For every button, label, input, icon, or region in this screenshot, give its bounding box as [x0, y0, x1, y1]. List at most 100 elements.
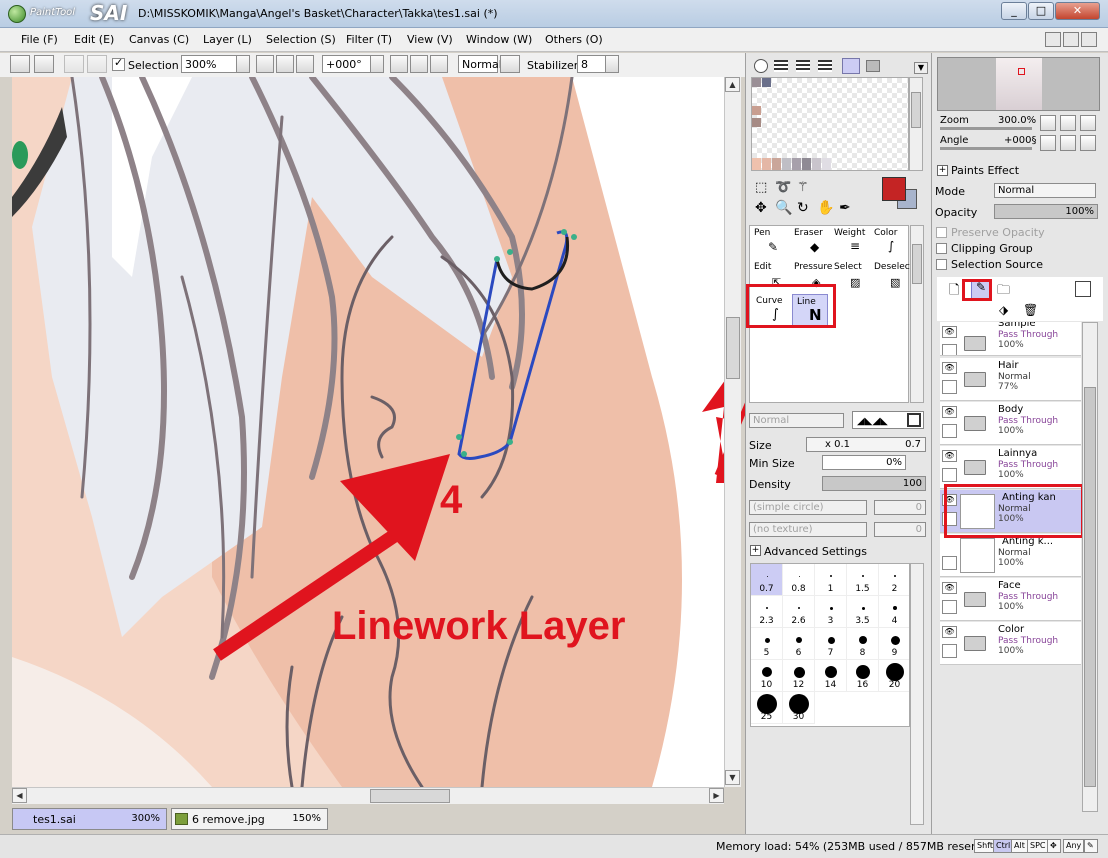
- maximize-button[interactable]: □: [1028, 2, 1054, 20]
- brush-preset-0-7[interactable]: 0.7: [751, 564, 783, 596]
- menu-others[interactable]: Others (O): [545, 33, 603, 46]
- brush-preset-6[interactable]: 6: [783, 628, 815, 660]
- menu-edit[interactable]: Edit (E): [74, 33, 114, 46]
- layer-lock-checkbox[interactable]: [942, 644, 957, 658]
- view-mode-box[interactable]: Normal: [458, 55, 502, 73]
- layer-mode-select[interactable]: Normal: [994, 183, 1096, 198]
- primary-color-swatch[interactable]: [882, 177, 906, 201]
- lasso-icon[interactable]: ➰: [775, 180, 791, 195]
- layer-list-scrollbar[interactable]: [1082, 322, 1098, 812]
- tab-tes1-sai[interactable]: tes1.sai 300%: [12, 808, 167, 830]
- layer-lock-checkbox[interactable]: [942, 380, 957, 394]
- layer-item-hair[interactable]: 👁 Hair Normal 77%: [940, 358, 1081, 401]
- rotate-reset-button[interactable]: [430, 55, 448, 73]
- brush-preset-0-8[interactable]: 0.8: [783, 564, 815, 596]
- brush-preset-2-3[interactable]: 2.3: [751, 596, 783, 628]
- brush-shape-value[interactable]: 0: [874, 500, 926, 515]
- rotate-left-button[interactable]: [390, 55, 408, 73]
- brush-preset-10[interactable]: 10: [751, 660, 783, 692]
- brush-texture-select[interactable]: (no texture): [749, 522, 867, 537]
- layer-item-face[interactable]: 👁 Face Pass Through 100%: [940, 578, 1081, 621]
- stabilizer-input[interactable]: 8: [577, 55, 607, 73]
- menu-layer[interactable]: Layer (L): [203, 33, 252, 46]
- rotation-dropdown-button[interactable]: [370, 55, 384, 73]
- intermediate-color-icon[interactable]: [818, 60, 832, 72]
- layer-lock-checkbox[interactable]: [942, 468, 957, 482]
- paints-effect-expand-icon[interactable]: +: [937, 165, 948, 176]
- zoom-reset-button[interactable]: [296, 55, 314, 73]
- invert-selection-button[interactable]: [87, 55, 107, 73]
- rotate-right-button[interactable]: [410, 55, 428, 73]
- brush-tip-selector[interactable]: ◢◣◢◣: [852, 411, 924, 429]
- layer-item-body[interactable]: 👁 Body Pass Through 100%: [940, 402, 1081, 445]
- swatches-scrollbar[interactable]: [909, 77, 923, 171]
- advanced-settings-expand-icon[interactable]: +: [750, 545, 761, 556]
- merge-down-icon[interactable]: [971, 303, 987, 319]
- minimize-button[interactable]: _: [1001, 2, 1027, 20]
- rotation-input[interactable]: +000°: [322, 55, 372, 73]
- layer-lock-checkbox[interactable]: [942, 424, 957, 438]
- stabilizer-dropdown-button[interactable]: [605, 55, 619, 73]
- deselect-button[interactable]: [64, 55, 84, 73]
- brush-preset-7[interactable]: 7: [815, 628, 847, 660]
- clipping-group-checkbox[interactable]: [936, 243, 947, 254]
- brush-preset-30[interactable]: 30: [783, 692, 815, 724]
- scroll-left-arrow-icon[interactable]: ◀: [12, 788, 27, 803]
- layer-item-lainnya[interactable]: 👁 Lainnya Pass Through 100%: [940, 446, 1081, 489]
- color-wheel-icon[interactable]: [754, 59, 768, 73]
- advanced-settings-label[interactable]: Advanced Settings: [764, 545, 867, 558]
- visibility-eye-icon[interactable]: 👁: [942, 362, 957, 374]
- tool-weight[interactable]: Weight ≡: [830, 226, 866, 258]
- brush-preset-9[interactable]: 9: [879, 628, 909, 660]
- rotate-tool-icon[interactable]: ↻: [797, 200, 809, 216]
- brush-preset-12[interactable]: 12: [783, 660, 815, 692]
- brush-preset-20[interactable]: 20: [879, 660, 909, 692]
- swatches-icon[interactable]: [842, 58, 860, 74]
- nav-rotate-left-button[interactable]: [1040, 135, 1056, 151]
- layer-item-anting-k-[interactable]: 👁Anting k...Normal100%: [940, 534, 1081, 577]
- menu-selection[interactable]: Selection (S): [266, 33, 336, 46]
- new-folder-icon[interactable]: 🗀: [997, 281, 1013, 298]
- layer-lock-checkbox[interactable]: [942, 600, 957, 614]
- panel-collapse-icon[interactable]: ▼: [914, 62, 928, 74]
- canvas-horizontal-scrollbar[interactable]: ◀ ▶: [12, 787, 724, 804]
- nav-zoom-slider[interactable]: [940, 127, 1032, 130]
- brush-preset-2[interactable]: 2: [879, 564, 909, 596]
- color-swatches-grid[interactable]: [751, 77, 909, 171]
- tool-eraser[interactable]: Eraser ◆: [790, 226, 826, 258]
- zoom-out-button[interactable]: [256, 55, 274, 73]
- blend-mode-select[interactable]: Normal: [749, 413, 844, 428]
- scroll-right-arrow-icon[interactable]: ▶: [709, 788, 724, 803]
- hand-tool-icon[interactable]: ✋: [817, 200, 834, 216]
- layer-item-sample[interactable]: 👁 Sample Pass Through 100%: [940, 322, 1081, 356]
- transfer-down-icon[interactable]: [949, 303, 965, 319]
- tool-grid-scrollbar[interactable]: [910, 225, 924, 403]
- nav-zoom-reset-button[interactable]: [1080, 115, 1096, 131]
- move-tool-icon[interactable]: ✥: [755, 200, 767, 216]
- horizontal-scroll-thumb[interactable]: [370, 789, 450, 803]
- density-slider[interactable]: 100: [822, 476, 926, 491]
- mdi-restore-button[interactable]: [1063, 32, 1079, 47]
- zoom-in-button[interactable]: [276, 55, 294, 73]
- brush-preset-1-5[interactable]: 1.5: [847, 564, 879, 596]
- size-slider[interactable]: x 0.1 0.7: [806, 437, 926, 452]
- vertical-scroll-thumb[interactable]: [726, 317, 740, 379]
- layer-lock-checkbox[interactable]: [942, 556, 957, 570]
- eyedropper-icon[interactable]: ✒: [839, 200, 851, 216]
- brush-shape-select[interactable]: (simple circle): [749, 500, 867, 515]
- nav-rotate-reset-button[interactable]: [1080, 135, 1096, 151]
- layer-opacity-slider[interactable]: 100%: [994, 204, 1098, 219]
- zoom-dropdown-button[interactable]: [236, 55, 250, 73]
- visibility-eye-icon[interactable]: 👁: [942, 450, 957, 462]
- min-size-slider[interactable]: 0%: [822, 455, 906, 470]
- zoom-input[interactable]: 300%: [181, 55, 238, 73]
- rgb-slider-icon[interactable]: [774, 60, 788, 72]
- visibility-eye-icon[interactable]: 👁: [942, 406, 957, 418]
- brush-preset-5[interactable]: 5: [751, 628, 783, 660]
- close-button[interactable]: ✕: [1055, 2, 1100, 20]
- selection-source-checkbox[interactable]: [936, 259, 947, 270]
- brush-texture-value[interactable]: 0: [874, 522, 926, 537]
- canvas-vertical-scrollbar[interactable]: ▲ ▼: [724, 77, 741, 787]
- mdi-close-button[interactable]: [1081, 32, 1097, 47]
- redo-button[interactable]: [34, 55, 54, 73]
